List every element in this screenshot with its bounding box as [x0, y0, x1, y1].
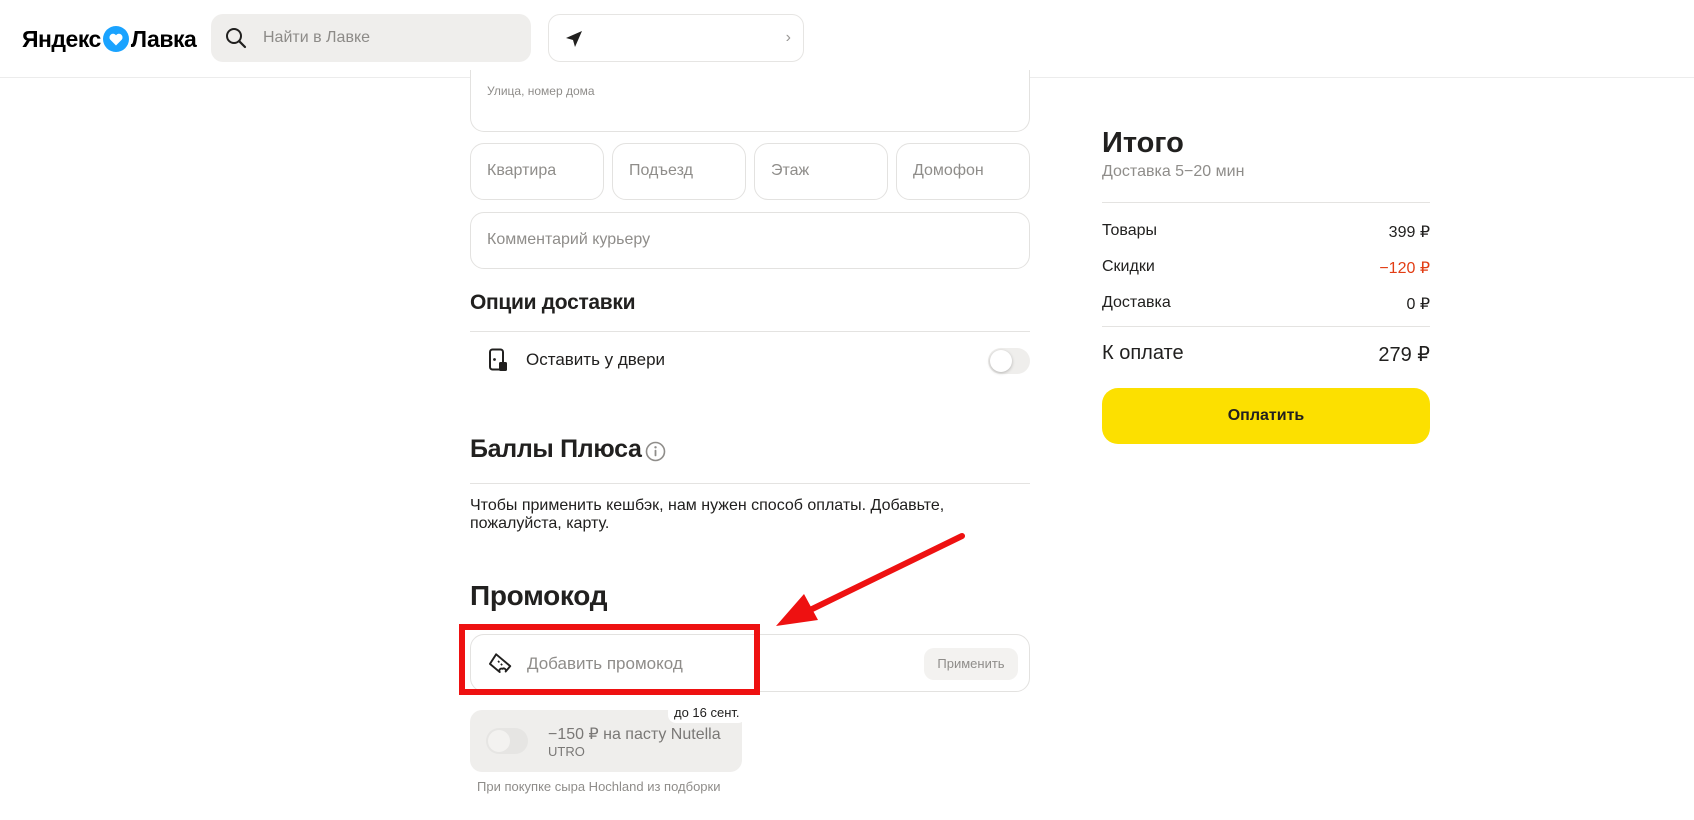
- apartment-field[interactable]: Квартира: [470, 143, 604, 200]
- intercom-placeholder: Домофон: [913, 162, 984, 179]
- plus-points-title: Баллы Плюса: [470, 435, 642, 463]
- row-label: Скидки: [1102, 258, 1155, 275]
- intercom-field[interactable]: Домофон: [896, 143, 1030, 200]
- summary-row-discounts: Скидки −120 ₽: [1102, 258, 1430, 282]
- search-bar[interactable]: Найти в Лавке: [211, 14, 531, 62]
- delivery-options-title: Опции доставки: [470, 291, 636, 314]
- search-placeholder: Найти в Лавке: [263, 29, 371, 46]
- row-value: −120 ₽: [1379, 260, 1430, 277]
- leave-at-door-label: Оставить у двери: [526, 350, 666, 369]
- floor-field[interactable]: Этаж: [754, 143, 888, 200]
- navigation-arrow-icon: [566, 31, 582, 47]
- leave-at-door-option: Оставить у двери: [470, 340, 1030, 382]
- to-pay-value: 279 ₽: [1378, 344, 1430, 366]
- info-icon[interactable]: [645, 441, 666, 462]
- summary-row-goods: Товары 399 ₽: [1102, 222, 1430, 246]
- cashback-message: Чтобы применить кешбэк, нам нужен способ…: [470, 497, 945, 532]
- street-field[interactable]: Улица, номер дома: [470, 70, 1030, 132]
- entrance-field[interactable]: Подъезд: [612, 143, 746, 200]
- row-value: 0 ₽: [1406, 296, 1430, 313]
- to-pay-label: К оплате: [1102, 342, 1184, 364]
- top-header: Яндекс Лавка Найти в Лавке ›: [0, 0, 1694, 78]
- search-icon: [226, 28, 247, 49]
- to-pay-row: К оплате 279 ₽: [1102, 342, 1430, 366]
- logo-text-left: Яндекс: [22, 25, 101, 52]
- entrance-placeholder: Подъезд: [629, 162, 693, 179]
- floor-placeholder: Этаж: [771, 162, 810, 179]
- summary-row-delivery: Доставка 0 ₽: [1102, 294, 1430, 318]
- divider: [1102, 202, 1430, 203]
- heart-logo-icon: [102, 26, 129, 52]
- row-label: Товары: [1102, 222, 1158, 239]
- courier-comment-placeholder: Комментарий курьеру: [487, 231, 651, 248]
- toggle-knob: [990, 350, 1012, 372]
- chevron-right-icon: ›: [785, 29, 791, 46]
- promo-title: Промокод: [470, 580, 608, 611]
- door-phone-icon: [489, 348, 507, 371]
- coupon-code: UTRO: [548, 744, 585, 759]
- coupon-condition-note: При покупке сыра Hochland из подборки: [477, 779, 721, 794]
- pay-button[interactable]: Оплатить: [1102, 388, 1430, 444]
- annotation-arrow: [776, 533, 965, 626]
- coupon-title: −150 ₽ на пасту Nutella: [548, 726, 721, 743]
- divider: [1102, 326, 1430, 327]
- delivery-time: Доставка 5−20 мин: [1102, 163, 1245, 180]
- coupon-toggle[interactable]: [486, 728, 528, 754]
- apply-promo-button[interactable]: Применить: [924, 648, 1018, 680]
- apartment-placeholder: Квартира: [487, 162, 557, 179]
- row-value: 399 ₽: [1388, 224, 1430, 241]
- coupon-deadline-badge: до 16 сент.: [668, 703, 746, 723]
- yandex-lavka-logo[interactable]: Яндекс Лавка: [22, 22, 197, 56]
- address-selector[interactable]: ›: [548, 14, 804, 62]
- street-field-label: Улица, номер дома: [487, 84, 595, 98]
- annotation-highlight-box: [459, 624, 760, 695]
- summary-title: Итого: [1102, 127, 1184, 159]
- toggle-knob: [488, 730, 510, 752]
- divider: [470, 483, 1030, 484]
- divider: [470, 331, 1030, 332]
- courier-comment-field[interactable]: Комментарий курьеру: [470, 212, 1030, 269]
- row-label: Доставка: [1102, 294, 1171, 311]
- leave-at-door-toggle[interactable]: [988, 348, 1030, 374]
- logo-text-right: Лавка: [130, 25, 197, 52]
